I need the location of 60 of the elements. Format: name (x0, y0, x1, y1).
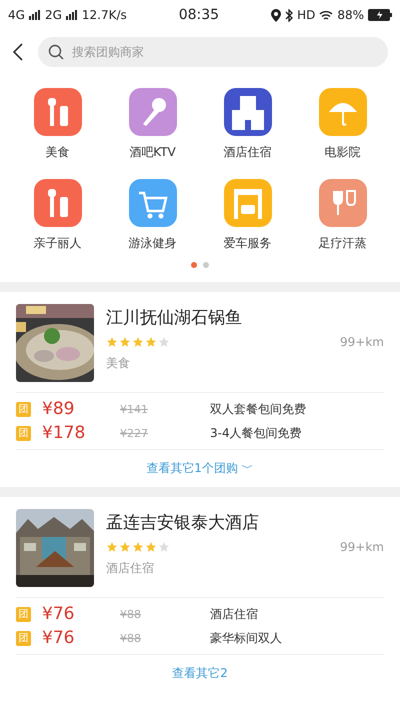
category-label[interactable]: 美食 (46, 144, 70, 161)
hd-label: HD (297, 8, 316, 22)
battery-percent: 88% (337, 8, 364, 22)
star-icon (145, 541, 157, 553)
star-icon (106, 541, 118, 553)
distance: 99+km (340, 335, 384, 349)
category-label[interactable]: 酒吧KTV (129, 144, 176, 161)
star-icon (145, 336, 157, 348)
deal-price: ¥76 (42, 628, 76, 648)
search-field[interactable]: 搜索团购商家 (38, 37, 388, 67)
shop-name[interactable]: 江川抚仙湖石锅鱼 (106, 306, 384, 329)
signal-icon (28, 10, 41, 20)
category-label[interactable]: 亲子丽人 (34, 235, 82, 252)
star-icon (119, 336, 131, 348)
category-icon[interactable] (34, 88, 82, 136)
original-price: ¥88 (120, 608, 142, 620)
network-speed: 12.7K/s (82, 8, 127, 22)
page-dot[interactable] (191, 262, 197, 268)
star-icon (132, 336, 144, 348)
clock: 08:35 (178, 7, 220, 23)
category-label[interactable]: 游泳健身 (128, 235, 176, 252)
network-label: 2G (44, 8, 62, 22)
shop-category: 酒店住宿 (106, 560, 155, 577)
bluetooth-icon (285, 8, 294, 22)
wifi-icon (319, 10, 334, 20)
shop-category: 美食 (106, 355, 131, 372)
shop-name[interactable]: 孟连吉安银泰大酒店 (106, 511, 384, 534)
deal-price: ¥76 (42, 604, 76, 624)
star-icon (158, 336, 170, 348)
original-price: ¥88 (120, 632, 142, 644)
deal-title[interactable]: 双人套餐包间免费 (210, 400, 384, 418)
page-dot[interactable] (203, 262, 209, 268)
category-label[interactable]: 爱车服务 (224, 235, 272, 252)
star-icon (158, 541, 170, 553)
category-label[interactable]: 酒店住宿 (224, 144, 272, 161)
star-icon (106, 336, 118, 348)
search-icon (48, 44, 64, 60)
group-buy-badge: 团 (16, 402, 31, 416)
group-buy-badge: 团 (16, 630, 31, 646)
network-label: 4G (8, 8, 25, 22)
deal-title[interactable]: 3-4人餐包间免费 (210, 424, 384, 442)
distance: 99+km (340, 540, 384, 554)
original-price: ¥227 (120, 426, 149, 440)
signal-icon (66, 10, 78, 20)
battery-icon (368, 9, 392, 21)
back-icon[interactable] (12, 42, 24, 62)
category-label[interactable]: 电影院 (324, 144, 360, 161)
deal-title[interactable]: 酒店住宿 (210, 606, 384, 622)
group-buy-badge: 团 (16, 606, 31, 622)
group-buy-badge: 团 (16, 426, 31, 440)
deal-price: ¥178 (42, 423, 86, 443)
category-label[interactable]: 足疗汗蒸 (318, 235, 366, 252)
category-icon[interactable] (34, 179, 82, 227)
category-icon[interactable] (224, 88, 272, 136)
deal-price: ¥89 (42, 399, 76, 419)
location-icon (271, 8, 282, 22)
deal-title[interactable]: 豪华标间双人 (210, 630, 384, 646)
star-icon (132, 541, 144, 553)
original-price: ¥141 (120, 402, 149, 416)
star-icon (119, 541, 131, 553)
